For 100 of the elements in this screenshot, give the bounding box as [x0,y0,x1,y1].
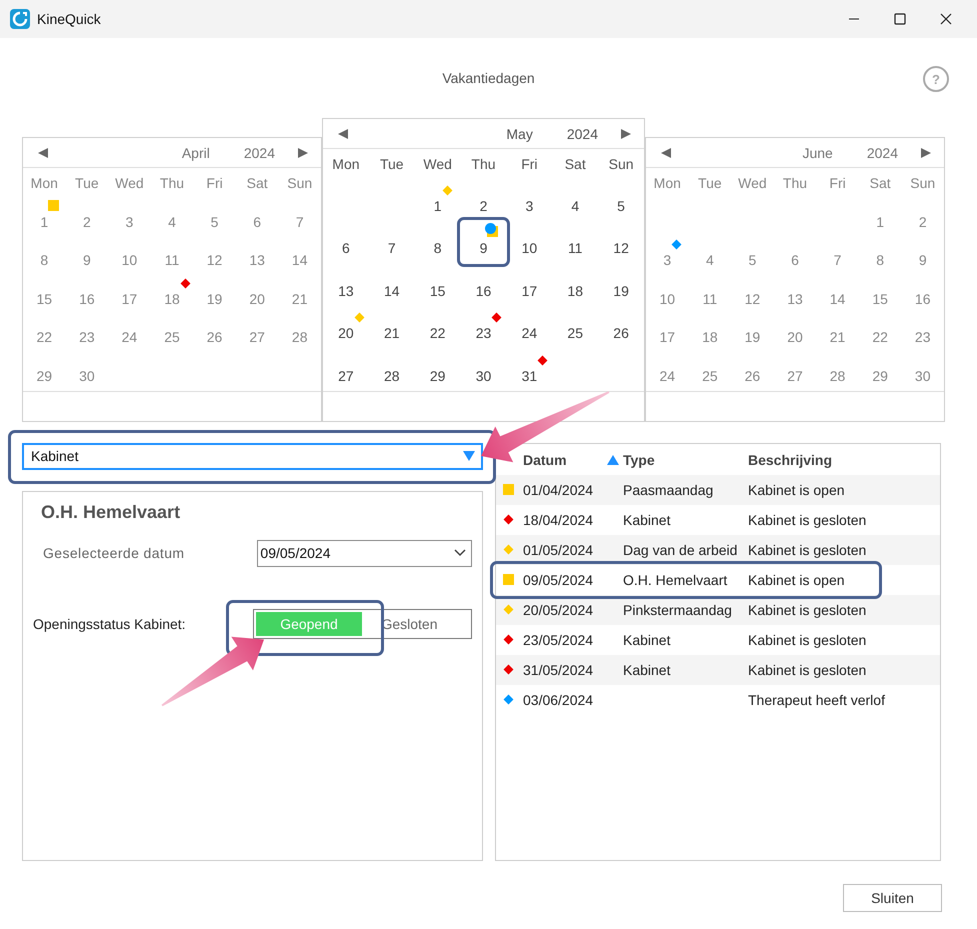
list-row[interactable]: 01/04/2024 Paasmaandag Kabinet is open [496,474,940,504]
list-row[interactable]: 01/05/2024 Dag van de arbeid Kabinet is gesloten [496,534,940,564]
day-number[interactable]: 13 [249,252,265,269]
day-number[interactable]: 16 [79,290,95,308]
day-number[interactable]: 28 [292,329,308,346]
list-row[interactable]: 03/06/2024 Therapeut heeft verlof [496,684,940,714]
next-month-icon[interactable] [620,128,632,140]
day-number[interactable]: 3 [663,252,672,269]
day-number[interactable]: 1 [434,198,442,214]
day-number[interactable]: 12 [206,252,222,269]
day-number[interactable]: 23 [79,329,95,346]
day-number[interactable]: 24 [522,325,538,342]
day-number[interactable]: 26 [206,329,222,346]
day-number[interactable]: 13 [787,290,803,308]
day-number[interactable]: 11 [164,252,180,269]
day-number[interactable]: 28 [384,368,400,384]
day-number[interactable]: 2 [82,214,91,230]
day-number[interactable]: 8 [434,240,442,257]
help-button[interactable]: ? [923,66,949,92]
day-number[interactable]: 29 [36,368,52,384]
day-number[interactable]: 21 [384,325,400,342]
status-option[interactable]: Geopend [256,612,362,636]
day-number[interactable]: 19 [613,282,629,300]
day-number[interactable]: 3 [126,214,134,230]
list-row[interactable]: 20/05/2024 Pinkstermaandag Kabinet is gesloten [496,594,940,624]
day-number[interactable]: 20 [787,329,803,346]
day-number[interactable]: 4 [571,198,580,214]
day-number[interactable]: 2 [480,198,488,214]
day-number[interactable]: 7 [834,252,842,269]
day-number[interactable]: 4 [706,252,714,269]
day-number[interactable]: 12 [613,240,629,257]
previous-month-icon[interactable] [37,146,49,158]
column-header[interactable]: Datum [523,452,567,468]
day-number[interactable]: 5 [210,214,218,230]
day-number[interactable]: 20 [249,290,265,308]
day-number[interactable]: 19 [744,329,760,346]
list-row[interactable]: 31/05/2024 Kabinet Kabinet is gesloten [496,654,940,684]
column-header[interactable]: Beschrijving [748,452,832,468]
day-number[interactable]: 13 [338,282,354,300]
day-number[interactable]: 15 [872,290,888,308]
day-number[interactable]: 3 [525,198,534,214]
day-number[interactable]: 17 [522,282,538,300]
day-number[interactable]: 17 [122,290,138,308]
day-number[interactable]: 16 [914,290,930,308]
day-number[interactable]: 23 [476,325,492,342]
day-number[interactable]: 17 [659,329,676,346]
day-number[interactable]: 10 [122,252,138,269]
day-number[interactable]: 1 [876,214,884,230]
day-number[interactable]: 30 [79,368,95,384]
day-number[interactable]: 7 [296,214,304,230]
day-number[interactable]: 27 [787,368,803,384]
day-number[interactable]: 24 [122,329,138,346]
day-number[interactable]: 28 [830,368,846,384]
day-number[interactable]: 6 [791,252,799,269]
day-number[interactable]: 9 [480,240,488,257]
close-dialog-button[interactable]: Sluiten [843,884,942,912]
next-month-icon[interactable] [297,146,309,158]
day-number[interactable]: 25 [702,368,718,384]
day-number[interactable]: 21 [292,290,308,308]
day-number[interactable]: 5 [617,198,625,214]
day-number[interactable]: 30 [476,368,492,384]
day-number[interactable]: 9 [918,252,927,269]
day-number[interactable]: 30 [914,368,930,384]
date-picker-field[interactable]: 09/05/2024 [257,540,472,566]
day-number[interactable]: 5 [748,252,756,269]
previous-month-icon[interactable] [337,128,349,140]
day-number[interactable]: 25 [567,325,583,342]
day-number[interactable]: 22 [36,329,52,346]
list-row[interactable]: 18/04/2024 Kabinet Kabinet is gesloten [496,504,940,534]
status-option[interactable]: Gesloten [362,612,457,636]
day-number[interactable]: 15 [36,290,52,308]
day-number[interactable]: 27 [249,329,265,346]
day-number[interactable]: 7 [388,240,396,257]
day-number[interactable]: 4 [168,214,176,230]
day-number[interactable]: 6 [253,214,262,230]
day-number[interactable]: 15 [430,282,446,300]
day-number[interactable]: 14 [384,282,400,300]
day-number[interactable]: 26 [613,325,629,342]
day-number[interactable]: 9 [82,252,91,269]
day-number[interactable]: 22 [430,325,446,342]
day-number[interactable]: 8 [40,252,48,269]
day-number[interactable]: 18 [567,282,583,300]
next-month-icon[interactable] [920,146,932,158]
day-number[interactable]: 10 [522,240,538,257]
day-number[interactable]: 6 [342,240,350,257]
list-row[interactable]: 23/05/2024 Kabinet Kabinet is gesloten [496,624,940,654]
day-number[interactable]: 21 [830,329,846,346]
day-number[interactable]: 29 [430,368,446,384]
column-header[interactable]: Type [623,452,655,468]
previous-month-icon[interactable] [660,146,672,158]
day-number[interactable]: 12 [744,290,760,308]
day-number[interactable]: 18 [164,290,180,308]
list-row[interactable]: 09/05/2024 O.H. Hemelvaart Kabinet is open [496,564,940,594]
day-number[interactable]: 20 [338,325,354,342]
day-number[interactable]: 29 [872,368,888,384]
day-number[interactable]: 25 [164,329,180,346]
day-number[interactable]: 10 [659,290,676,308]
day-number[interactable]: 26 [744,368,760,384]
day-number[interactable]: 24 [659,368,676,384]
day-number[interactable]: 11 [702,290,718,308]
